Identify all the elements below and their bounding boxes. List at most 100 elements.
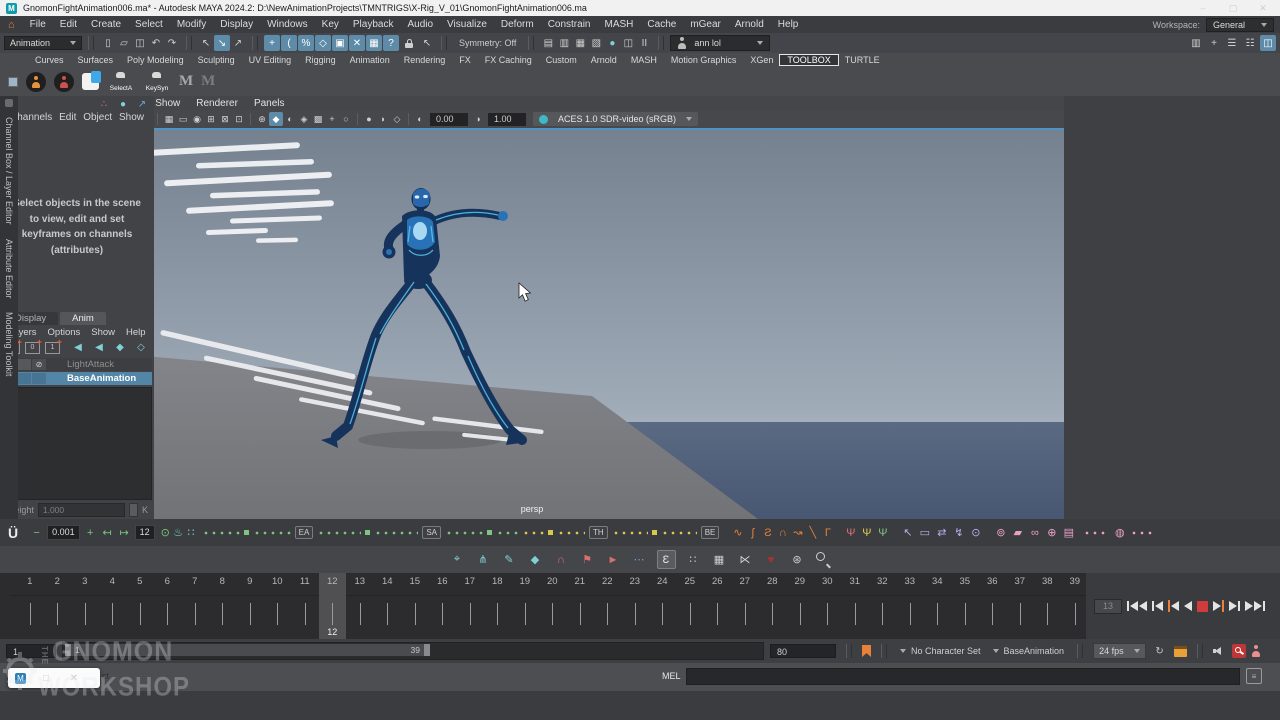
motion-blur-icon[interactable]: ◈ [297,112,311,126]
prev-key-icon[interactable]: ↤ [101,526,114,540]
slider-chip-ea[interactable]: EA [295,526,314,539]
shelf-tab-poly-modeling[interactable]: Poly Modeling [120,55,191,65]
red-pose-icon[interactable]: Ψ [844,526,857,540]
frame-label-5[interactable]: 5 [128,576,152,587]
link-icon[interactable]: ∞ [1028,526,1041,540]
frame-label-25[interactable]: 25 [678,576,702,587]
slider-dots-yellow[interactable] [612,526,648,540]
ipr-render-icon[interactable]: ▦ [572,35,588,51]
snap-help-icon[interactable]: ? [383,35,399,51]
channelbox-menu-edit[interactable]: Edit [59,112,76,123]
frame-label-21[interactable]: 21 [568,576,592,587]
make-live-icon[interactable]: ▦ [366,35,382,51]
menu-edit[interactable]: Edit [53,19,84,30]
anim-layer-baseanimation[interactable]: BaseAnimation [2,372,152,385]
range-slider-track[interactable]: 1 39 [62,642,764,660]
step-back-frame-button[interactable] [1152,598,1163,614]
channelbox-menu-show[interactable]: Show [119,112,144,123]
shelf-item-keysyn[interactable]: KeySyn [143,72,171,92]
slider-chip-sa[interactable]: SA [422,526,441,539]
menu-create[interactable]: Create [84,19,128,30]
lock-icon[interactable] [401,35,417,51]
occlusion-icon[interactable]: ◐ [283,112,297,126]
snap-curve-icon[interactable]: % [298,35,314,51]
weight-key-button[interactable]: K [142,505,148,515]
snap-grid-icon[interactable]: ( [281,35,297,51]
menu-visualize[interactable]: Visualize [440,19,494,30]
layer-tab-anim[interactable]: Anim [60,312,106,325]
render-settings-icon[interactable]: ◫ [620,35,636,51]
render-sphere-icon[interactable]: ● [604,35,620,51]
shadows-icon[interactable]: ◆ [269,112,283,126]
frame-label-37[interactable]: 37 [1008,576,1032,587]
slider-chip-be[interactable]: BE [701,526,720,539]
shelf-tab-arnold[interactable]: Arnold [584,55,624,65]
swap-selection-icon[interactable]: ⇄ [935,526,948,540]
shelf-tab-mash[interactable]: MASH [624,55,664,65]
undo-icon[interactable]: ↶ [148,35,164,51]
shelf-tab-animation[interactable]: Animation [343,55,397,65]
shelf-tab-rigging[interactable]: Rigging [298,55,343,65]
frame-label-26[interactable]: 26 [705,576,729,587]
breakdown-icon[interactable]: ► [605,551,622,568]
rgb-dots-icon[interactable]: ∴ [98,98,110,110]
floating-mini-window[interactable]: M □✕ [8,668,100,688]
shelf-tab-motion-graphics[interactable]: Motion Graphics [664,55,744,65]
dope-sheet-icon[interactable]: ▦ [711,551,728,568]
menu-mash[interactable]: MASH [598,19,641,30]
ease-curve-1-icon[interactable]: ∿ [731,526,744,540]
key-diamond-icon[interactable]: ◆ [527,551,544,568]
frame-label-13[interactable]: 13 [348,576,372,587]
selected-layer-icon[interactable]: 0 [25,342,40,354]
frame-label-35[interactable]: 35 [953,576,977,587]
frame-label-17[interactable]: 17 [458,576,482,587]
frame-label-7[interactable]: 7 [183,576,207,587]
dots-menu-icon[interactable]: ⋯ [631,551,648,568]
ease-curve-4-icon[interactable]: ∩ [776,526,789,540]
slider-key-icon[interactable] [652,530,657,535]
frame-label-2[interactable]: 2 [45,576,69,587]
menu-file[interactable]: File [23,19,53,30]
channel-list-icon[interactable]: ☰ [1224,35,1240,51]
frame-label-14[interactable]: 14 [375,576,399,587]
script-editor-icon[interactable]: ≡ [1246,668,1262,684]
grid-dots-icon[interactable]: ∷ [185,526,198,540]
render-open-icon[interactable]: ▤ [540,35,556,51]
menu-set-dropdown[interactable]: Animation [4,36,82,50]
slider-key-icon[interactable] [487,530,492,535]
animation-start-field[interactable]: 1 [6,644,56,658]
menu-arnold[interactable]: Arnold [728,19,771,30]
shelf-tab-curves[interactable]: Curves [28,55,71,65]
mel-label[interactable]: MEL [662,671,681,681]
ik-handle-icon[interactable]: ⋔ [475,551,492,568]
menu-select[interactable]: Select [128,19,170,30]
popup-close-button[interactable]: ✕ [66,670,82,686]
frame-label-3[interactable]: 3 [73,576,97,587]
folder-icon[interactable]: ▰ [1011,526,1024,540]
walker-icon[interactable]: ⊙ [969,526,982,540]
mute-audio-icon[interactable] [1213,645,1226,657]
viewport-menu-panels[interactable]: Panels [246,98,293,109]
frame-label-12[interactable]: 12 [320,576,344,587]
go-to-end-button[interactable] [1245,598,1265,614]
half-icon[interactable]: ◗ [376,112,390,126]
slider-key-icon[interactable] [365,530,370,535]
step-forward-key-button[interactable] [1213,598,1224,614]
go-to-start-button[interactable] [1127,598,1147,614]
channelbox-menu-object[interactable]: Object [83,112,112,123]
frame-label-34[interactable]: 34 [925,576,949,587]
shelf-options-icon[interactable] [8,77,18,87]
frame-label-19[interactable]: 19 [513,576,537,587]
frame-label-8[interactable]: 8 [210,576,234,587]
gamma-icon[interactable]: ◑ [471,112,485,126]
shelf-tab-fx[interactable]: FX [452,55,478,65]
fog-icon[interactable]: + [325,112,339,126]
slider-dots-yellow[interactable] [557,526,585,540]
ease-curve-3-icon[interactable]: Ƨ [761,526,774,540]
green-pose-icon[interactable]: Ψ [876,526,889,540]
viewport-menu-renderer[interactable]: Renderer [188,98,246,109]
slider-dots-yellow[interactable] [522,526,544,540]
anim-layer-lightattack[interactable]: ⊘LightAttack [2,358,152,371]
step-value-field[interactable]: 0.001 [47,525,80,540]
pose-library-icon[interactable]: ⊚ [994,526,1007,540]
